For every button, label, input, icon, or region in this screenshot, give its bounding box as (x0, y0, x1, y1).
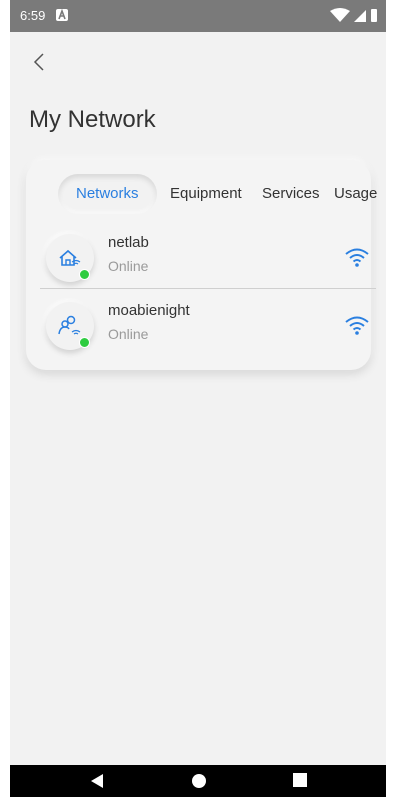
recents-square-icon[interactable] (293, 773, 307, 787)
online-status-dot (79, 269, 90, 280)
network-card: Networks Equipment Services Usage netlab… (26, 160, 377, 370)
network-status: Online (108, 258, 149, 274)
row-divider (40, 288, 376, 289)
tab-usage[interactable]: Usage (334, 174, 377, 214)
people-wifi-icon (58, 315, 81, 335)
home-circle-icon[interactable] (191, 773, 207, 789)
a-notification-icon (56, 9, 68, 21)
wifi-signal-icon (330, 8, 350, 22)
network-avatar (46, 302, 94, 350)
back-triangle-icon[interactable] (90, 773, 104, 789)
network-status: Online (108, 326, 149, 342)
home-wifi-icon (59, 249, 81, 266)
status-bar: 6:59 (10, 0, 386, 32)
page-title: My Network (29, 106, 156, 133)
tab-services[interactable]: Services (262, 174, 320, 214)
system-status-icons (330, 8, 377, 22)
network-row-netlab[interactable]: netlab Online (40, 228, 370, 288)
tab-bar: Networks Equipment Services Usage (46, 174, 377, 214)
online-status-dot (79, 337, 90, 348)
chevron-left-icon[interactable] (28, 50, 52, 74)
battery-icon (371, 9, 377, 22)
system-nav-bar (10, 765, 386, 797)
network-row-moabienight[interactable]: moabienight Online (40, 296, 370, 356)
tab-equipment[interactable]: Equipment (170, 174, 242, 214)
network-avatar (46, 234, 94, 282)
tab-networks[interactable]: Networks (58, 174, 157, 214)
app-screen: 6:59 My Network Networks Equipment Servi… (10, 0, 386, 797)
network-name: moabienight (108, 302, 190, 319)
wifi-icon (345, 248, 369, 267)
cell-signal-icon (354, 10, 366, 22)
wifi-icon (345, 316, 369, 335)
network-name: netlab (108, 234, 149, 251)
status-time: 6:59 (20, 8, 46, 23)
